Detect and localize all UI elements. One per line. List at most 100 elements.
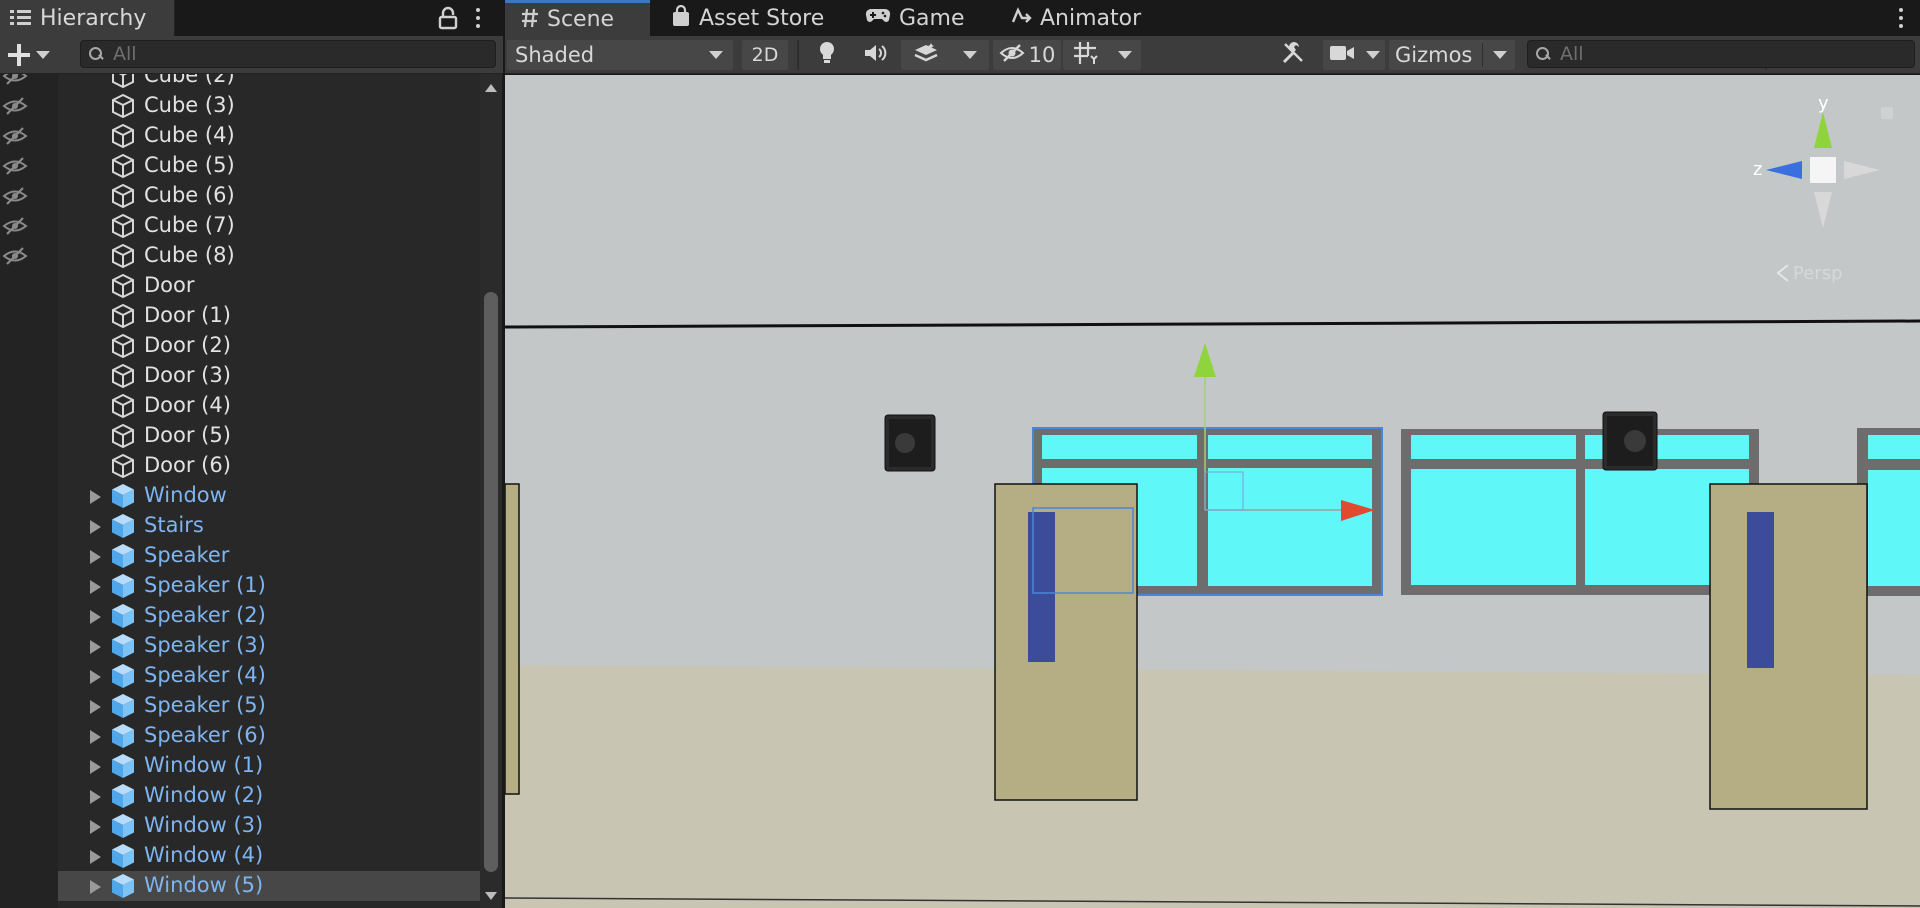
hierarchy-scrollbar[interactable] xyxy=(480,74,502,908)
prefab-icon xyxy=(110,663,136,689)
foldout-arrow-icon[interactable] xyxy=(90,610,101,624)
hierarchy-menu-icon[interactable] xyxy=(470,6,486,30)
hierarchy-item[interactable]: Speaker (4) xyxy=(58,661,478,691)
hierarchy-item[interactable]: Door (1) xyxy=(58,301,478,331)
foldout-arrow-icon[interactable] xyxy=(90,820,101,834)
tab-asset-store[interactable]: Asset Store xyxy=(667,0,824,36)
hierarchy-search-input[interactable] xyxy=(113,43,465,65)
tools-toggle[interactable] xyxy=(1273,40,1313,70)
prefab-icon xyxy=(110,543,136,569)
hierarchy-item-label: Door (3) xyxy=(144,363,231,387)
foldout-arrow-icon[interactable] xyxy=(90,700,101,714)
effects-dropdown[interactable] xyxy=(901,40,989,70)
create-object-button[interactable] xyxy=(8,42,58,68)
hierarchy-item[interactable]: Cube (5) xyxy=(58,151,478,181)
tab-game[interactable]: Game xyxy=(865,0,965,36)
scroll-down-icon[interactable] xyxy=(485,892,497,900)
visibility-hidden-icon[interactable] xyxy=(2,126,28,146)
lock-icon[interactable] xyxy=(437,6,459,30)
hierarchy-item[interactable]: Speaker (3) xyxy=(58,631,478,661)
foldout-arrow-icon[interactable] xyxy=(90,550,101,564)
draw-mode-dropdown[interactable]: Shaded xyxy=(507,40,733,70)
camera-dropdown[interactable] xyxy=(1323,40,1385,70)
hierarchy-item[interactable]: Speaker xyxy=(58,541,478,571)
scene-viewport[interactable]: y z Persp xyxy=(505,75,1920,908)
hierarchy-item[interactable]: Window (5) xyxy=(58,871,490,901)
hierarchy-item[interactable]: Stairs xyxy=(58,511,478,541)
visibility-hidden-icon[interactable] xyxy=(2,96,28,116)
foldout-arrow-icon[interactable] xyxy=(90,520,101,534)
gameobject-cube-icon xyxy=(110,74,136,89)
foldout-arrow-icon[interactable] xyxy=(90,580,101,594)
gizmos-divider xyxy=(1482,43,1484,67)
scroll-up-icon[interactable] xyxy=(485,84,497,92)
hierarchy-item-label: Speaker xyxy=(144,543,230,567)
hierarchy-item[interactable]: Speaker (6) xyxy=(58,721,478,751)
hierarchy-item[interactable]: Door (3) xyxy=(58,361,478,391)
visibility-hidden-icon[interactable] xyxy=(2,246,28,266)
hierarchy-item[interactable]: Cube (3) xyxy=(58,91,478,121)
scrollbar-thumb[interactable] xyxy=(484,292,498,872)
door-left-edge xyxy=(505,483,520,795)
scene-menu-icon[interactable] xyxy=(1893,6,1909,30)
prefab-icon xyxy=(110,843,136,869)
hierarchy-item[interactable]: Cube (6) xyxy=(58,181,478,211)
chevron-down-icon xyxy=(36,51,50,59)
hidden-objects-toggle[interactable]: 10 xyxy=(993,40,1061,70)
grid-dropdown[interactable] xyxy=(1063,40,1141,70)
gameobject-cube-icon xyxy=(110,243,136,269)
toggle-2d-button[interactable]: 2D xyxy=(742,40,788,70)
hierarchy-item[interactable]: Speaker (1) xyxy=(58,571,478,601)
prefab-icon xyxy=(110,753,136,779)
visibility-hidden-icon[interactable] xyxy=(2,74,28,86)
foldout-arrow-icon[interactable] xyxy=(90,760,101,774)
hierarchy-item-label: Door (2) xyxy=(144,333,231,357)
hierarchy-item[interactable]: Door (2) xyxy=(58,331,478,361)
prefab-icon xyxy=(110,633,136,659)
hierarchy-item-label: Window (2) xyxy=(144,783,264,807)
hierarchy-item[interactable]: Cube (7) xyxy=(58,211,478,241)
foldout-arrow-icon[interactable] xyxy=(90,640,101,654)
hierarchy-item-label: Window xyxy=(144,483,227,507)
scene-search[interactable] xyxy=(1527,40,1915,68)
hierarchy-item[interactable]: Window (1) xyxy=(58,751,478,781)
hierarchy-item[interactable]: Window (4) xyxy=(58,841,478,871)
hierarchy-item[interactable]: Speaker (5) xyxy=(58,691,478,721)
gizmos-dropdown[interactable]: Gizmos xyxy=(1389,40,1515,70)
hierarchy-item[interactable]: Cube (2) xyxy=(58,74,478,91)
visibility-hidden-icon[interactable] xyxy=(2,156,28,176)
chevron-down-icon xyxy=(1492,51,1507,59)
scene-search-input[interactable] xyxy=(1560,43,1889,65)
hierarchy-item[interactable]: Cube (8) xyxy=(58,241,478,271)
foldout-arrow-icon[interactable] xyxy=(90,730,101,744)
hierarchy-item[interactable]: Door (6) xyxy=(58,451,478,481)
hierarchy-item[interactable]: Door (4) xyxy=(58,391,478,421)
chevron-down-icon xyxy=(963,51,977,59)
hierarchy-tab[interactable]: Hierarchy xyxy=(0,0,175,36)
foldout-arrow-icon[interactable] xyxy=(90,490,101,504)
hierarchy-item[interactable]: Door xyxy=(58,271,478,301)
tab-scene[interactable]: Scene xyxy=(505,0,650,36)
visibility-hidden-icon[interactable] xyxy=(2,216,28,236)
hierarchy-search[interactable] xyxy=(80,40,496,68)
gameobject-cube-icon xyxy=(110,123,136,149)
hierarchy-item[interactable]: Cube (4) xyxy=(58,121,478,151)
visibility-column[interactable] xyxy=(0,74,58,908)
hierarchy-item[interactable]: Window (2) xyxy=(58,781,478,811)
gameobject-cube-icon xyxy=(110,273,136,299)
hierarchy-item[interactable]: Window xyxy=(58,481,478,511)
audio-toggle[interactable] xyxy=(855,40,895,70)
tab-animator[interactable]: Animator xyxy=(1010,0,1141,36)
lighting-toggle[interactable] xyxy=(807,40,847,70)
hierarchy-item[interactable]: Speaker (2) xyxy=(58,601,478,631)
hierarchy-item[interactable]: Window (3) xyxy=(58,811,478,841)
hierarchy-item-label: Door (4) xyxy=(144,393,231,417)
hierarchy-item-label: Speaker (1) xyxy=(144,573,266,597)
hierarchy-item[interactable]: Door (5) xyxy=(58,421,478,451)
visibility-hidden-icon[interactable] xyxy=(2,186,28,206)
foldout-arrow-icon[interactable] xyxy=(90,790,101,804)
foldout-arrow-icon[interactable] xyxy=(90,850,101,864)
gameobject-cube-icon xyxy=(110,303,136,329)
foldout-arrow-icon[interactable] xyxy=(90,670,101,684)
foldout-arrow-icon[interactable] xyxy=(90,880,101,894)
